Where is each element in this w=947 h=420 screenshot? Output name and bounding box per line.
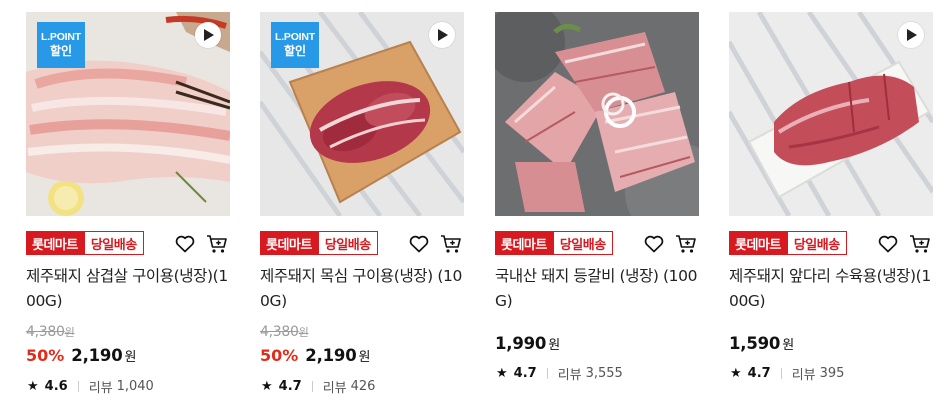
- same-day-delivery-badge: 당일배송: [552, 231, 613, 255]
- play-video-button[interactable]: [898, 22, 924, 48]
- sale-price: 2,190: [71, 346, 123, 365]
- same-day-delivery-badge: 당일배송: [786, 231, 847, 255]
- add-to-cart-button[interactable]: [675, 233, 697, 255]
- price-unit: 원: [358, 350, 371, 365]
- lotte-mart-badge: 롯데마트: [26, 231, 84, 255]
- lpoint-discount-badge: L.POINT 할인: [37, 22, 85, 68]
- original-price: 4,380원: [260, 324, 309, 340]
- divider: [780, 368, 782, 379]
- same-day-delivery-badge: 당일배송: [317, 231, 378, 255]
- heart-icon: [409, 235, 429, 253]
- heart-icon: [175, 235, 195, 253]
- play-video-button[interactable]: [195, 22, 221, 48]
- sale-price: 1,990: [495, 334, 547, 353]
- review-label: 리뷰: [88, 381, 113, 396]
- original-price-unit: 원: [64, 326, 75, 339]
- sale-price: 1,590: [729, 334, 781, 353]
- discount-rate: 50%: [260, 346, 299, 365]
- price-unit: 원: [548, 338, 561, 353]
- lotte-mart-badge: 롯데마트: [260, 231, 318, 255]
- cart-icon: [441, 235, 461, 253]
- divider: [546, 368, 548, 379]
- cart-icon: [676, 235, 696, 253]
- review-count: 395: [819, 366, 845, 381]
- lpoint-discount-badge: L.POINT 할인: [271, 22, 319, 68]
- cart-icon: [207, 235, 227, 253]
- star-icon: ★: [730, 366, 742, 381]
- original-price-value: 4,380: [26, 324, 65, 340]
- discount-rate: 50%: [26, 346, 65, 365]
- pork-ribs-photo: [495, 12, 699, 216]
- cart-icon: [910, 235, 930, 253]
- price-unit: 원: [124, 350, 137, 365]
- price-line: 1,590 원: [729, 334, 794, 353]
- product-card[interactable]: L.POINT 할인 롯데마트 당일배송 제주돼지 목심 구이용(냉장) (10…: [260, 12, 464, 412]
- play-icon: [204, 29, 214, 41]
- play-icon: [907, 29, 917, 41]
- price-unit: 원: [782, 338, 795, 353]
- star-icon: ★: [496, 366, 508, 381]
- review-summary: ★ 4.7 리뷰 426: [261, 377, 375, 396]
- lpoint-label: L.POINT: [274, 30, 315, 43]
- divider: [77, 381, 79, 392]
- heart-icon: [644, 235, 664, 253]
- badge-row: 롯데마트 당일배송: [260, 231, 378, 255]
- rating-value: 4.6: [44, 379, 68, 394]
- review-label: 리뷰: [322, 381, 347, 396]
- review-summary: ★ 4.7 리뷰 3,555: [496, 364, 623, 383]
- sale-price: 2,190: [305, 346, 357, 365]
- wishlist-button[interactable]: [877, 233, 899, 255]
- badge-row: 롯데마트 당일배송: [495, 231, 613, 255]
- badge-row: 롯데마트 당일배송: [729, 231, 847, 255]
- original-price-value: 4,380: [260, 324, 299, 340]
- wishlist-button[interactable]: [643, 233, 665, 255]
- rating-value: 4.7: [513, 366, 537, 381]
- review-label: 리뷰: [557, 368, 582, 383]
- add-to-cart-button[interactable]: [909, 233, 931, 255]
- rating-value: 4.7: [747, 366, 771, 381]
- product-name[interactable]: 제주돼지 목심 구이용(냉장) (100G): [260, 264, 464, 314]
- price-line: 1,990 원: [495, 334, 560, 353]
- play-icon: [438, 29, 448, 41]
- original-price-unit: 원: [298, 326, 309, 339]
- product-card[interactable]: 롯데마트 당일배송 제주돼지 앞다리 수육용(냉장)(100G) 1,590 원…: [729, 12, 933, 412]
- same-day-delivery-badge: 당일배송: [83, 231, 144, 255]
- review-count: 426: [350, 379, 376, 394]
- product-card[interactable]: 롯데마트 당일배송 국내산 돼지 등갈비 (냉장) (100G) 1,990 원…: [495, 12, 699, 412]
- product-name[interactable]: 제주돼지 삼겹살 구이용(냉장)(100G): [26, 264, 230, 314]
- product-image[interactable]: L.POINT 할인: [260, 12, 464, 216]
- divider: [311, 381, 313, 392]
- price-line: 50% 2,190 원: [260, 346, 370, 365]
- product-image[interactable]: [729, 12, 933, 216]
- lpoint-discount-label: 할인: [49, 44, 73, 59]
- add-to-cart-button[interactable]: [440, 233, 462, 255]
- heart-icon: [878, 235, 898, 253]
- lpoint-label: L.POINT: [40, 30, 81, 43]
- lotte-mart-badge: 롯데마트: [495, 231, 553, 255]
- original-price: 4,380원: [26, 324, 75, 340]
- lpoint-discount-label: 할인: [283, 44, 307, 59]
- product-image[interactable]: L.POINT 할인: [26, 12, 230, 216]
- price-line: 50% 2,190 원: [26, 346, 136, 365]
- review-count: 1,040: [116, 379, 154, 394]
- badge-row: 롯데마트 당일배송: [26, 231, 144, 255]
- play-video-button[interactable]: [429, 22, 455, 48]
- add-to-cart-button[interactable]: [206, 233, 228, 255]
- product-image[interactable]: [495, 12, 699, 216]
- review-summary: ★ 4.6 리뷰 1,040: [27, 377, 154, 396]
- product-card[interactable]: L.POINT 할인 롯데마트 당일배송 제주돼지 삼겹살 구이용(냉장)(10…: [26, 12, 230, 412]
- star-icon: ★: [261, 379, 273, 394]
- wishlist-button[interactable]: [174, 233, 196, 255]
- rating-value: 4.7: [278, 379, 302, 394]
- wishlist-button[interactable]: [408, 233, 430, 255]
- star-icon: ★: [27, 379, 39, 394]
- review-label: 리뷰: [791, 368, 816, 383]
- lotte-mart-badge: 롯데마트: [729, 231, 787, 255]
- product-name[interactable]: 제주돼지 앞다리 수육용(냉장)(100G): [729, 264, 933, 314]
- review-count: 3,555: [585, 366, 623, 381]
- review-summary: ★ 4.7 리뷰 395: [730, 364, 844, 383]
- product-name[interactable]: 국내산 돼지 등갈비 (냉장) (100G): [495, 264, 699, 314]
